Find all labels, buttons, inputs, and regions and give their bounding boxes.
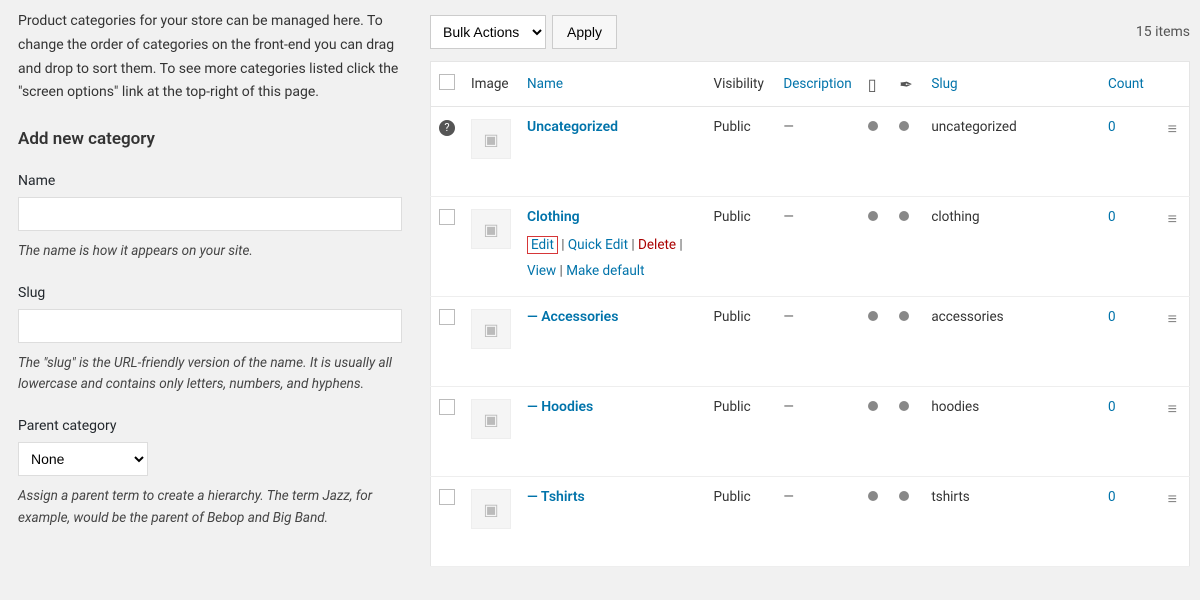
visibility-cell: Public — [706, 107, 776, 197]
category-name-link[interactable]: — Tshirts — [527, 489, 585, 505]
items-count: 15 items — [1136, 24, 1190, 40]
status-dot — [868, 211, 878, 221]
description-empty: — — [783, 209, 794, 225]
bulk-actions-select[interactable]: Bulk Actions — [430, 15, 546, 49]
view-link[interactable]: View — [527, 263, 556, 279]
slug-cell: uncategorized — [923, 107, 1100, 197]
table-row: ▣ — Hoodies Public — hoodies 0 ≡ — [431, 387, 1190, 477]
category-name-link[interactable]: — Accessories — [527, 309, 618, 325]
make-default-link[interactable]: Make default — [566, 263, 644, 279]
description-empty: — — [783, 399, 794, 415]
status-dot — [899, 211, 909, 221]
visibility-cell: Public — [706, 477, 776, 567]
row-menu-icon[interactable]: ≡ — [1168, 309, 1177, 328]
row-menu-icon[interactable]: ≡ — [1168, 399, 1177, 418]
row-checkbox[interactable] — [439, 209, 455, 225]
slug-label: Slug — [18, 285, 402, 301]
image-thumb: ▣ — [471, 309, 511, 349]
slug-hint: The "slug" is the URL-friendly version o… — [18, 353, 402, 396]
slug-input[interactable] — [18, 309, 402, 343]
col-name[interactable]: Name — [519, 62, 706, 107]
slug-cell: hoodies — [923, 387, 1100, 477]
category-name-link[interactable]: Clothing — [527, 209, 580, 225]
col-count[interactable]: Count — [1100, 62, 1160, 107]
visibility-cell: Public — [706, 297, 776, 387]
slug-cell: clothing — [923, 197, 1100, 297]
description-empty: — — [783, 119, 794, 135]
row-menu-icon[interactable]: ≡ — [1168, 489, 1177, 508]
status-dot — [899, 491, 909, 501]
slug-cell: tshirts — [923, 477, 1100, 567]
intro-text: Product categories for your store can be… — [18, 10, 402, 105]
apply-button[interactable]: Apply — [552, 15, 617, 49]
image-thumb: ▣ — [471, 399, 511, 439]
row-menu-icon[interactable]: ≡ — [1168, 209, 1177, 228]
name-hint: The name is how it appears on your site. — [18, 241, 402, 263]
row-checkbox[interactable] — [439, 489, 455, 505]
select-all-checkbox[interactable] — [439, 74, 455, 90]
description-empty: — — [783, 309, 794, 325]
add-heading: Add new category — [18, 129, 402, 149]
col-feather-icon: ✒ — [891, 62, 923, 107]
status-dot — [868, 491, 878, 501]
row-menu-icon[interactable]: ≡ — [1168, 119, 1177, 138]
parent-hint: Assign a parent term to create a hierarc… — [18, 486, 402, 529]
count-link[interactable]: 0 — [1108, 209, 1116, 225]
row-checkbox[interactable] — [439, 399, 455, 415]
table-row: ▣ — Accessories Public — accessories 0 ≡ — [431, 297, 1190, 387]
image-thumb: ▣ — [471, 209, 511, 249]
parent-select[interactable]: None — [18, 442, 148, 476]
col-image: Image — [463, 62, 519, 107]
name-input[interactable] — [18, 197, 402, 231]
category-name-link[interactable]: — Hoodies — [527, 399, 593, 415]
col-visibility: Visibility — [706, 62, 776, 107]
table-row: ▣ Clothing Edit | Quick Edit | Delete | Vi… — [431, 197, 1190, 297]
status-dot — [899, 401, 909, 411]
visibility-cell: Public — [706, 387, 776, 477]
row-checkbox[interactable] — [439, 309, 455, 325]
col-description[interactable]: Description — [775, 62, 859, 107]
image-thumb: ▣ — [471, 119, 511, 159]
status-dot — [899, 311, 909, 321]
status-dot — [868, 401, 878, 411]
col-slug[interactable]: Slug — [923, 62, 1100, 107]
count-link[interactable]: 0 — [1108, 489, 1116, 505]
parent-label: Parent category — [18, 418, 402, 434]
count-link[interactable]: 0 — [1108, 399, 1116, 415]
category-name-link[interactable]: Uncategorized — [527, 119, 618, 135]
help-icon[interactable]: ? — [439, 120, 455, 136]
status-dot — [868, 311, 878, 321]
slug-cell: accessories — [923, 297, 1100, 387]
count-link[interactable]: 0 — [1108, 119, 1116, 135]
status-dot — [899, 121, 909, 131]
image-thumb: ▣ — [471, 489, 511, 529]
name-label: Name — [18, 173, 402, 189]
table-row: ? ▣ Uncategorized Public — uncategorized 0 ≡ — [431, 107, 1190, 197]
col-thumbnail-icon: ▯ — [860, 62, 892, 107]
delete-link[interactable]: Delete — [638, 237, 676, 253]
categories-table: Image Name Visibility Description ▯ ✒ Sl… — [430, 61, 1190, 567]
quick-edit-link[interactable]: Quick Edit — [568, 237, 628, 253]
visibility-cell: Public — [706, 197, 776, 297]
description-empty: — — [783, 489, 794, 505]
table-row: ▣ — Tshirts Public — tshirts 0 ≡ — [431, 477, 1190, 567]
edit-link[interactable]: Edit — [527, 236, 558, 254]
status-dot — [868, 121, 878, 131]
count-link[interactable]: 0 — [1108, 309, 1116, 325]
row-actions: Edit | Quick Edit | Delete | View | Make… — [527, 233, 698, 284]
